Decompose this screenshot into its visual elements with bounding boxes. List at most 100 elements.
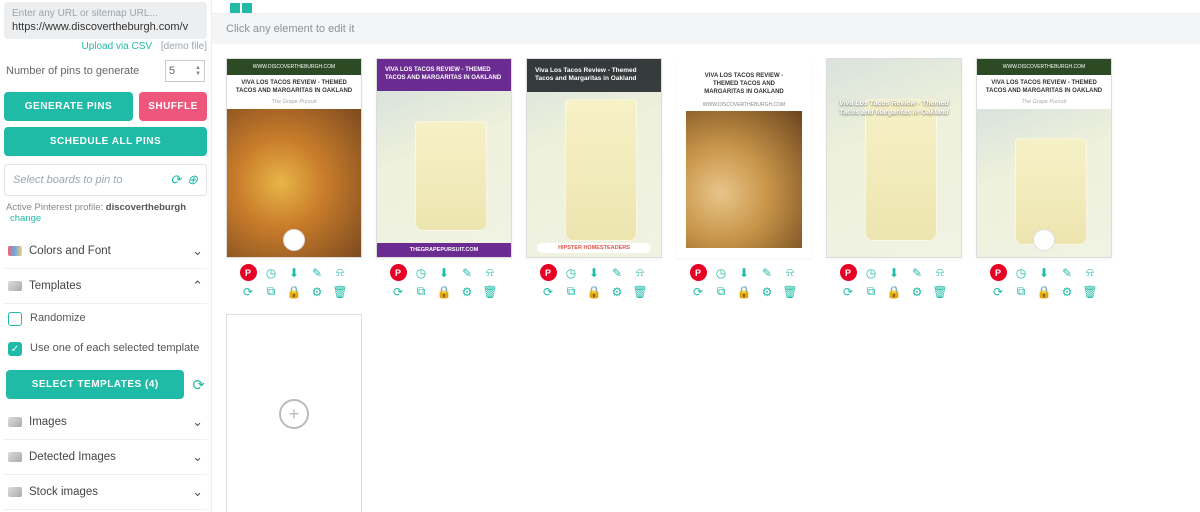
trash-icon[interactable]: 🗑 [782,283,799,300]
pin-preview[interactable]: VIVA LOS TACOS REVIEW - THEMED TACOS AND… [376,58,512,258]
pin-image [377,91,511,243]
gear-icon[interactable]: ⚙ [1059,283,1076,300]
download-icon[interactable]: ⬇ [286,264,303,281]
download-icon[interactable]: ⬇ [436,264,453,281]
pinterest-icon[interactable]: P [840,264,857,281]
refresh-icon[interactable]: ⟳ [390,283,407,300]
mouse-icon[interactable]: ⍾ [332,264,349,281]
copy-icon[interactable]: ⧉ [263,283,280,300]
accordion-colors-font[interactable]: Colors and Font ⌄ [4,234,207,269]
refresh-templates-icon[interactable]: ⟳ [192,376,205,394]
refresh-icon[interactable]: ⟳ [690,283,707,300]
edit-icon[interactable]: ✎ [459,264,476,281]
pin-image [827,59,961,257]
lock-icon[interactable]: 🔒 [286,283,303,300]
add-board-icon[interactable]: ⊕ [187,172,198,188]
mouse-icon[interactable]: ⍾ [482,264,499,281]
pin-toolbar: P ◷ ⬇ ✎ ⍾ ⟳ ⧉ 🔒 ⚙ 🗑 [526,264,662,300]
refresh-icon[interactable]: ⟳ [170,172,181,188]
lock-icon[interactable]: 🔒 [436,283,453,300]
add-pin-card[interactable]: + [226,314,362,512]
accordion-detected-images[interactable]: Detected Images ⌄ [4,440,207,475]
pin-card: WWW.DISCOVERTHEBURGH.COM VIVA LOS TACOS … [226,58,362,300]
checkbox-checked-icon[interactable]: ✓ [8,342,22,356]
clock-icon[interactable]: ◷ [263,264,280,281]
pinterest-icon[interactable]: P [390,264,407,281]
pin-preview[interactable]: VIVA LOS TACOS REVIEW - THEMED TACOS AND… [676,58,812,258]
pinterest-icon[interactable]: P [990,264,1007,281]
refresh-icon[interactable]: ⟳ [990,283,1007,300]
pinterest-icon[interactable]: P [540,264,557,281]
lock-icon[interactable]: 🔒 [1036,283,1053,300]
clock-icon[interactable]: ◷ [413,264,430,281]
trash-icon[interactable]: 🗑 [932,283,949,300]
trash-icon[interactable]: 🗑 [632,283,649,300]
upload-csv-link[interactable]: Upload via CSV [81,41,152,52]
palette-icon [8,246,22,256]
lock-icon[interactable]: 🔒 [736,283,753,300]
download-icon[interactable]: ⬇ [886,264,903,281]
mouse-icon[interactable]: ⍾ [782,264,799,281]
randomize-row[interactable]: Randomize [4,304,207,334]
clock-icon[interactable]: ◷ [563,264,580,281]
lock-icon[interactable]: 🔒 [586,283,603,300]
gear-icon[interactable]: ⚙ [459,283,476,300]
accordion-stock-images[interactable]: Stock images ⌄ [4,475,207,510]
clock-icon[interactable]: ◷ [863,264,880,281]
generate-pins-button[interactable]: GENERATE PINS [4,92,133,121]
schedule-all-button[interactable]: SCHEDULE ALL PINS [4,127,207,156]
boards-select[interactable]: Select boards to pin to ⟳ ⊕ [4,164,207,196]
refresh-icon[interactable]: ⟳ [540,283,557,300]
num-pins-label: Number of pins to generate [6,65,139,77]
shuffle-button[interactable]: SHUFFLE [139,92,207,121]
trash-icon[interactable]: 🗑 [332,283,349,300]
refresh-icon[interactable]: ⟳ [840,283,857,300]
accordion-templates[interactable]: Templates ⌃ [4,269,207,304]
copy-icon[interactable]: ⧉ [713,283,730,300]
mouse-icon[interactable]: ⍾ [932,264,949,281]
mouse-icon[interactable]: ⍾ [1082,264,1099,281]
copy-icon[interactable]: ⧉ [1013,283,1030,300]
accordion-images[interactable]: Images ⌄ [4,405,207,440]
pin-toolbar: P ◷ ⬇ ✎ ⍾ ⟳ ⧉ 🔒 ⚙ 🗑 [226,264,362,300]
change-profile-link[interactable]: change [10,213,41,224]
app-logo-icon [242,3,252,13]
download-icon[interactable]: ⬇ [1036,264,1053,281]
download-icon[interactable]: ⬇ [586,264,603,281]
pinterest-icon[interactable]: P [690,264,707,281]
pin-preview[interactable]: WWW.DISCOVERTHEBURGH.COM VIVA LOS TACOS … [226,58,362,258]
select-templates-button[interactable]: SELECT TEMPLATES (4) [6,370,184,399]
checkbox-unchecked-icon[interactable] [8,312,22,326]
num-pins-input[interactable]: 5 ▲▼ [165,60,205,82]
use-one-row[interactable]: ✓ Use one of each selected template [4,334,207,364]
copy-icon[interactable]: ⧉ [413,283,430,300]
pin-preview[interactable]: Viva Los Tacos Review - Themed Tacos and… [526,58,662,258]
refresh-icon[interactable]: ⟳ [240,283,257,300]
spinner-icon[interactable]: ▲▼ [195,65,201,77]
mouse-icon[interactable]: ⍾ [632,264,649,281]
copy-icon[interactable]: ⧉ [563,283,580,300]
url-input-box[interactable]: Enter any URL or sitemap URL... https://… [4,2,207,39]
gear-icon[interactable]: ⚙ [309,283,326,300]
gear-icon[interactable]: ⚙ [609,283,626,300]
clock-icon[interactable]: ◷ [1013,264,1030,281]
copy-icon[interactable]: ⧉ [863,283,880,300]
detected-icon [8,452,22,462]
edit-icon[interactable]: ✎ [1059,264,1076,281]
gear-icon[interactable]: ⚙ [759,283,776,300]
download-icon[interactable]: ⬇ [736,264,753,281]
clock-icon[interactable]: ◷ [713,264,730,281]
edit-icon[interactable]: ✎ [309,264,326,281]
lock-icon[interactable]: 🔒 [886,283,903,300]
pin-preview[interactable]: Viva Los Tacos Review - Themed Tacos and… [826,58,962,258]
pinterest-icon[interactable]: P [240,264,257,281]
edit-icon[interactable]: ✎ [909,264,926,281]
gear-icon[interactable]: ⚙ [909,283,926,300]
pin-image [686,111,802,248]
edit-icon[interactable]: ✎ [609,264,626,281]
pin-preview[interactable]: WWW.DISCOVERTHEBURGH.COM VIVA LOS TACOS … [976,58,1112,258]
edit-icon[interactable]: ✎ [759,264,776,281]
demo-file-link[interactable]: [demo file] [161,41,207,52]
trash-icon[interactable]: 🗑 [1082,283,1099,300]
trash-icon[interactable]: 🗑 [482,283,499,300]
